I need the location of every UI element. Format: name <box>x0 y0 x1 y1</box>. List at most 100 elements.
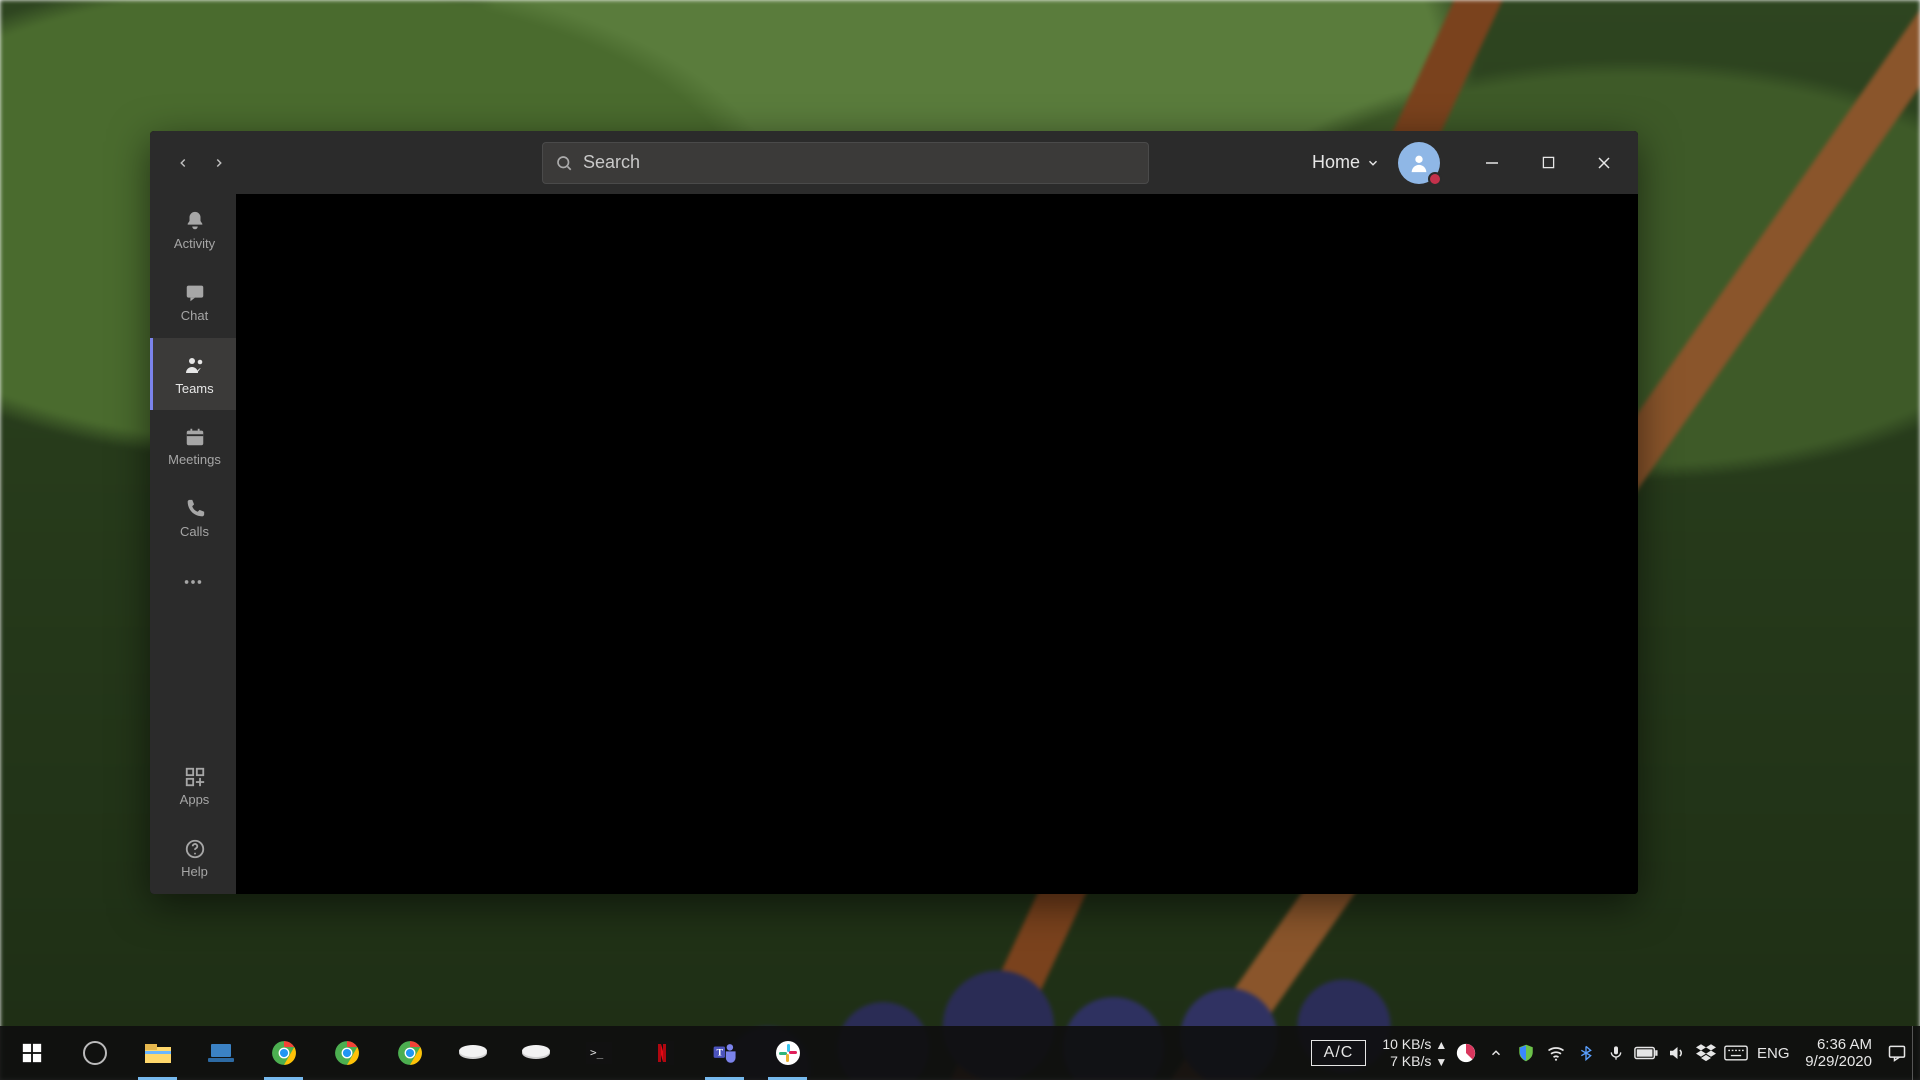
taskbar-slack[interactable] <box>756 1026 819 1080</box>
back-button[interactable] <box>170 150 196 176</box>
wifi-icon <box>1546 1043 1566 1063</box>
ellipsis-icon <box>182 571 204 593</box>
taskbar-cortana[interactable] <box>63 1026 126 1080</box>
app-rail: Activity Chat Teams <box>150 194 236 894</box>
taskbar-file-explorer[interactable] <box>126 1026 189 1080</box>
rail-calls[interactable]: Calls <box>150 482 236 554</box>
clock-date: 9/29/2020 <box>1805 1053 1872 1070</box>
chat-icon <box>184 282 206 304</box>
tray-keyboard[interactable] <box>1721 1026 1751 1080</box>
tray-battery[interactable] <box>1631 1026 1661 1080</box>
close-button[interactable] <box>1576 142 1632 184</box>
bell-icon <box>184 210 206 232</box>
teams-icon: T <box>712 1040 738 1066</box>
rail-teams[interactable]: Teams <box>150 338 236 410</box>
forward-button[interactable] <box>206 150 232 176</box>
volume-icon <box>1666 1044 1686 1062</box>
tray-volume[interactable] <box>1661 1026 1691 1080</box>
teams-icon <box>183 353 207 377</box>
history-nav <box>170 150 232 176</box>
mic-icon <box>1608 1043 1624 1063</box>
org-label: Home <box>1312 152 1360 173</box>
start-icon <box>21 1042 43 1064</box>
rail-calls-label: Calls <box>180 524 209 539</box>
battery-icon <box>1634 1046 1658 1060</box>
taskbar-tray-area: A/C 10 KB/s▲ 7 KB/s▼ ENG 6:36 AM 9/29/20… <box>1311 1026 1920 1080</box>
org-switcher[interactable]: Home <box>1312 152 1380 173</box>
teams-window: Search Home <box>150 131 1638 894</box>
taskbar-start[interactable] <box>0 1026 63 1080</box>
tray-chevron-up[interactable] <box>1481 1026 1511 1080</box>
action-center-button[interactable] <box>1882 1026 1912 1080</box>
taskbar-clock[interactable]: 6:36 AM 9/29/2020 <box>1795 1036 1882 1070</box>
taskbar-chrome-profile-2[interactable] <box>315 1026 378 1080</box>
ac-indicator[interactable]: A/C <box>1311 1040 1367 1066</box>
search-icon <box>555 154 573 172</box>
bluetooth-icon <box>1578 1043 1594 1063</box>
rail-apps-label: Apps <box>180 792 210 807</box>
help-icon <box>184 838 206 860</box>
search-input[interactable]: Search <box>542 142 1149 184</box>
tray-mic[interactable] <box>1601 1026 1631 1080</box>
phone-icon <box>184 498 206 520</box>
security-icon <box>1517 1044 1535 1062</box>
chevron-up-icon <box>1489 1046 1503 1060</box>
chrome-profile-3-icon <box>397 1040 423 1066</box>
rail-meetings-label: Meetings <box>168 452 221 467</box>
file-explorer-icon <box>144 1041 172 1065</box>
upload-arrow-icon: ▲ <box>1435 1038 1447 1052</box>
calendar-icon <box>184 426 206 448</box>
netflix-icon <box>650 1041 674 1065</box>
taskbar-laptop-app[interactable] <box>189 1026 252 1080</box>
taskbar-teams[interactable]: T <box>693 1026 756 1080</box>
rail-activity-label: Activity <box>174 236 215 251</box>
teams-body: Activity Chat Teams <box>150 194 1638 894</box>
tray-security[interactable] <box>1511 1026 1541 1080</box>
rail-chat[interactable]: Chat <box>150 266 236 338</box>
tray-dropbox[interactable] <box>1691 1026 1721 1080</box>
rail-teams-label: Teams <box>175 381 213 396</box>
windows-taskbar: >_ T A/C 10 KB/s▲ 7 KB/s▼ ENG 6:36 AM 9/2… <box>0 1026 1920 1080</box>
taskbar-chrome-profile-1[interactable] <box>252 1026 315 1080</box>
user-avatar[interactable] <box>1398 142 1440 184</box>
tray-bluetooth[interactable] <box>1571 1026 1601 1080</box>
maximize-button[interactable] <box>1520 142 1576 184</box>
taskbar-netflix[interactable] <box>630 1026 693 1080</box>
teams-content-area <box>236 194 1638 894</box>
person-icon <box>1408 152 1430 174</box>
terminal-icon: >_ <box>586 1042 612 1064</box>
taskbar-pinned-area: >_ T <box>0 1026 819 1080</box>
laptop-app-icon <box>207 1042 235 1064</box>
cortana-icon <box>83 1041 107 1065</box>
tray-wifi[interactable] <box>1541 1026 1571 1080</box>
taskbar-terminal[interactable]: >_ <box>567 1026 630 1080</box>
drive-2-icon <box>521 1044 551 1062</box>
window-controls <box>1464 142 1632 184</box>
chrome-profile-2-icon <box>334 1040 360 1066</box>
chrome-profile-1-icon <box>271 1040 297 1066</box>
rail-more[interactable] <box>150 554 236 610</box>
show-desktop-button[interactable] <box>1912 1026 1920 1080</box>
rail-apps[interactable]: Apps <box>150 750 236 822</box>
slack-icon <box>776 1041 800 1065</box>
chevron-down-icon <box>1366 156 1380 170</box>
rail-help-label: Help <box>181 864 208 879</box>
pie-cpu-icon <box>1455 1042 1477 1064</box>
tray-language[interactable]: ENG <box>1751 1026 1795 1080</box>
rail-activity[interactable]: Activity <box>150 194 236 266</box>
dropbox-icon <box>1696 1044 1716 1062</box>
net-speed-indicator[interactable]: 10 KB/s▲ 7 KB/s▼ <box>1382 1036 1447 1070</box>
svg-text:>_: >_ <box>590 1046 604 1059</box>
rail-help[interactable]: Help <box>150 822 236 894</box>
teams-titlebar: Search Home <box>150 131 1638 194</box>
taskbar-chrome-profile-3[interactable] <box>378 1026 441 1080</box>
taskbar-drive-2[interactable] <box>504 1026 567 1080</box>
taskbar-drive-1[interactable] <box>441 1026 504 1080</box>
tray-pie-cpu[interactable] <box>1451 1026 1481 1080</box>
keyboard-icon <box>1724 1045 1748 1061</box>
rail-meetings[interactable]: Meetings <box>150 410 236 482</box>
drive-1-icon <box>458 1044 488 1062</box>
minimize-button[interactable] <box>1464 142 1520 184</box>
svg-text:T: T <box>716 1047 723 1058</box>
apps-icon <box>184 766 206 788</box>
